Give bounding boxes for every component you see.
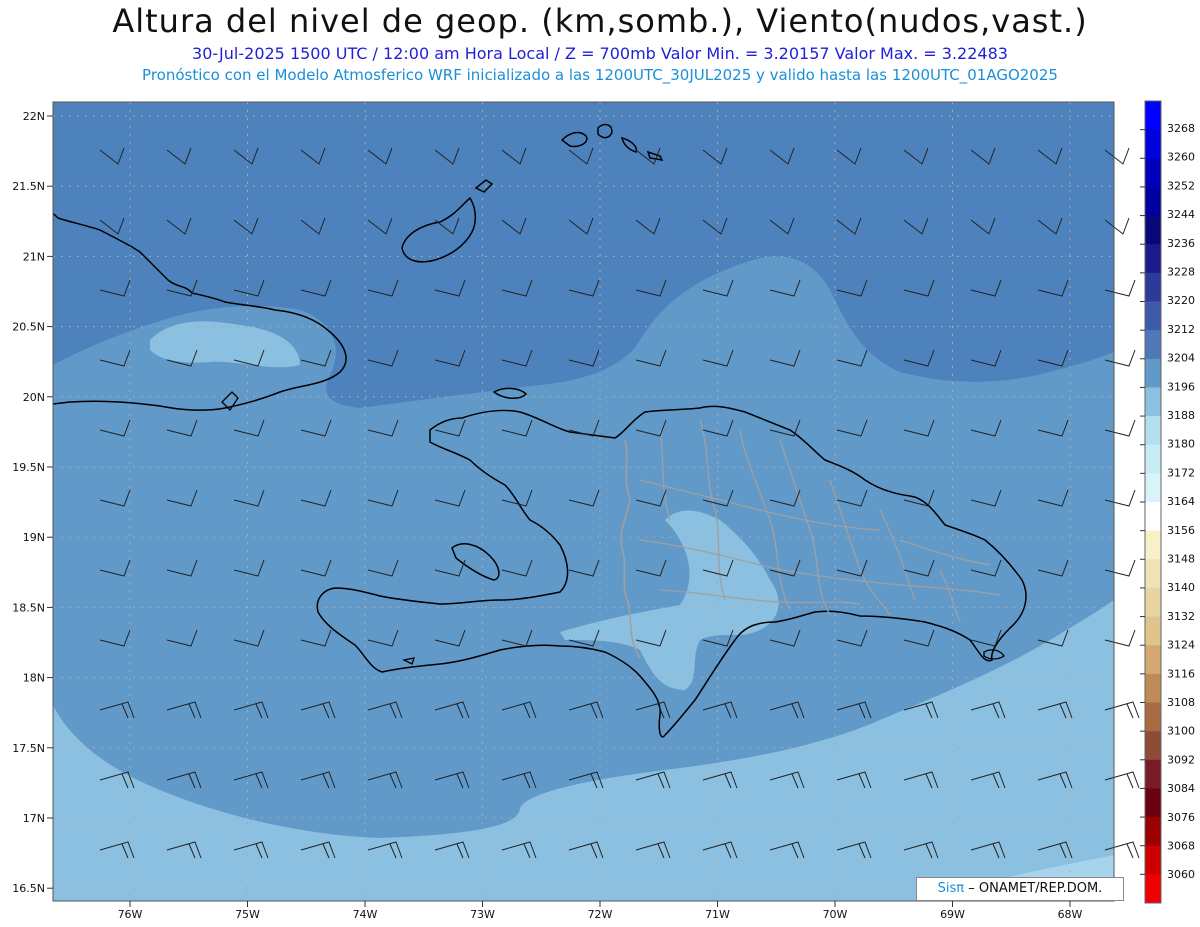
colorbar-label: 3196 [1167,380,1195,393]
colorbar-label: 3236 [1167,237,1195,250]
lat-label: 20N [23,391,45,404]
lon-label: 72W [588,908,613,921]
colorbar-swatch [1145,874,1161,904]
jamaica-east-tip [36,635,48,676]
colorbar-swatch [1145,587,1161,618]
colorbar-label: 3108 [1167,696,1195,709]
lat-label: 18N [23,672,45,685]
colorbar-label: 3068 [1167,840,1195,853]
lat-label: 22N [23,110,45,123]
colorbar-swatch [1145,530,1161,560]
lon-label: 68W [1058,908,1083,921]
latitude-labels: 22N 21.5N 21N 20.5N 20N 19.5N 19N 18.5N 18N 17.5N… [12,110,53,895]
chart-title: Altura del nivel de geop. (km,somb.), Vi… [112,2,1088,40]
colorbar-label: 3260 [1167,151,1195,164]
colorbar-swatch [1145,616,1161,646]
lat-label: 20.5N [12,321,45,334]
colorbar-swatch [1145,759,1161,789]
lon-label: 75W [235,908,260,921]
colorbar-label: 3116 [1167,667,1195,680]
credit-box: Sisπ – ONAMET/REP.DOM. [916,877,1124,901]
colorbar-swatch [1145,101,1161,131]
colorbar-label: 3100 [1167,725,1195,738]
colorbar-swatch [1145,416,1161,446]
colorbar-label: 3172 [1167,466,1195,479]
colorbar-swatch [1145,330,1161,360]
colorbar-swatch [1145,244,1161,274]
colorbar-label: 3212 [1167,323,1195,336]
colorbar-swatch [1145,387,1161,417]
colorbar-swatch [1145,731,1161,761]
colorbar-swatch [1145,358,1161,388]
colorbar-label: 3156 [1167,524,1195,537]
colorbar-label: 3092 [1167,753,1195,766]
colorbar-label: 3164 [1167,495,1195,508]
colorbar-swatch [1145,215,1161,245]
colorbar-swatch [1145,702,1161,732]
colorbar-label: 3228 [1167,266,1195,279]
lat-label: 21N [23,250,45,263]
colorbar-label: 3076 [1167,811,1195,824]
colorbar-swatch [1145,272,1161,302]
colorbar-swatch [1145,473,1161,503]
lat-label: 17.5N [12,742,45,755]
lon-label: 69W [940,908,965,921]
colorbar-label: 3268 [1167,122,1195,135]
colorbar-swatch [1145,788,1161,818]
colorbar-swatch [1145,817,1161,847]
lat-label: 19.5N [12,461,45,474]
lon-label: 73W [470,908,495,921]
colorbar-swatch [1145,129,1161,159]
colorbar-label: 3252 [1167,179,1195,192]
lat-label: 16.5N [12,882,45,895]
colorbar-swatch [1145,645,1161,675]
sispi-logo-text: Sisπ [937,881,965,896]
colorbar-swatch [1145,158,1161,188]
colorbar-swatch [1145,673,1161,703]
longitude-labels: 76W 75W 74W 73W 72W 71W 70W 69W 68W [118,901,1083,921]
colorbar-swatch [1145,559,1161,589]
lon-label: 74W [353,908,378,921]
colorbar-label: 3180 [1167,438,1195,451]
colorbar: 3268 3260 3252 3244 3236 3228 3220 3212 3204 3196… [1140,100,1195,904]
geopotential-field [53,102,1114,901]
lat-label: 17N [23,812,45,825]
lon-label: 70W [823,908,848,921]
colorbar-label: 3060 [1167,868,1195,881]
colorbar-label: 3148 [1167,553,1195,566]
model-info-line: Pronóstico con el Modelo Atmosferico WRF… [142,66,1058,84]
lat-label: 18.5N [12,601,45,614]
colorbar-swatch [1145,444,1161,474]
credit-text: – ONAMET/REP.DOM. [968,881,1103,896]
colorbar-label: 3220 [1167,294,1195,307]
colorbar-label: 3204 [1167,352,1195,365]
colorbar-label: 3124 [1167,639,1195,652]
lon-label: 76W [118,908,143,921]
colorbar-label: 3188 [1167,409,1195,422]
colorbar-label: 3084 [1167,782,1195,795]
colorbar-swatch [1145,301,1161,331]
map-panel: 22N 21.5N 21N 20.5N 20N 19.5N 19N 18.5N 18N 17.5N… [12,100,1195,921]
colorbar-label: 3132 [1167,610,1195,623]
colorbar-swatch [1145,502,1161,532]
colorbar-label: 3140 [1167,581,1195,594]
lon-label: 71W [705,908,730,921]
colorbar-swatch [1145,186,1161,217]
colorbar-swatch [1145,845,1161,875]
lat-label: 19N [23,531,45,544]
forecast-time-line: 30-Jul-2025 1500 UTC / 12:00 am Hora Loc… [192,44,1008,63]
lat-label: 21.5N [12,180,45,193]
colorbar-label: 3244 [1167,208,1195,221]
